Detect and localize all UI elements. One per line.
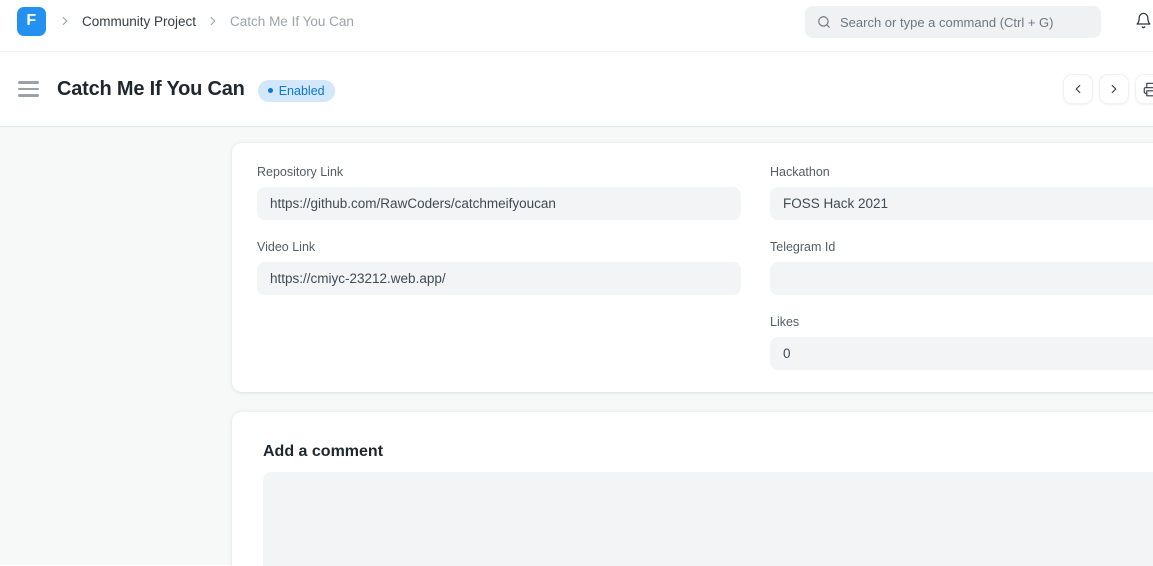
- likes-input[interactable]: [770, 337, 1153, 370]
- chevron-right-icon: [206, 14, 220, 28]
- repository-link-field: Repository Link: [257, 165, 741, 220]
- comment-card: Add a comment: [232, 412, 1153, 566]
- frappe-logo[interactable]: F: [17, 7, 46, 36]
- menu-icon: [18, 88, 39, 91]
- breadcrumb: Community Project Catch Me If You Can: [58, 14, 354, 29]
- page-head: Catch Me If You Can Enabled: [0, 52, 1153, 127]
- video-link-input[interactable]: [257, 262, 741, 295]
- breadcrumb-item-community-project[interactable]: Community Project: [82, 14, 196, 29]
- form-column-right: Hackathon Telegram Id Likes: [770, 165, 1153, 390]
- status-dot: [268, 88, 273, 93]
- video-link-field: Video Link: [257, 240, 741, 295]
- menu-icon: [18, 94, 39, 97]
- print-button[interactable]: [1135, 74, 1153, 104]
- next-document-button[interactable]: [1099, 74, 1129, 104]
- menu-icon: [18, 81, 39, 84]
- search-input[interactable]: [840, 15, 1089, 30]
- navbar: F Community Project Catch Me If You Can: [0, 0, 1153, 52]
- comment-input[interactable]: [263, 472, 1153, 566]
- field-label: Repository Link: [257, 165, 741, 180]
- comment-section-heading: Add a comment: [263, 443, 1153, 460]
- prev-document-button[interactable]: [1063, 74, 1093, 104]
- frappe-logo-letter: F: [26, 12, 36, 30]
- likes-field: Likes: [770, 315, 1153, 370]
- field-label: Video Link: [257, 240, 741, 255]
- status-badge-label: Enabled: [279, 84, 325, 98]
- printer-icon: [1143, 82, 1153, 97]
- chevron-right-icon: [1107, 82, 1121, 96]
- telegram-id-input[interactable]: [770, 262, 1153, 295]
- form-column-left: Repository Link Video Link: [257, 165, 741, 390]
- page-title: Catch Me If You Can: [57, 78, 245, 101]
- search-icon: [817, 15, 831, 29]
- notifications-button[interactable]: [1135, 12, 1152, 29]
- navbar-search[interactable]: [805, 6, 1101, 38]
- status-badge: Enabled: [258, 80, 335, 102]
- page-head-actions: [1063, 74, 1153, 104]
- chevron-left-icon: [1071, 82, 1085, 96]
- field-label: Likes: [770, 315, 1153, 330]
- page-content: Repository Link Video Link Hackathon Tel…: [0, 127, 1153, 565]
- field-label: Hackathon: [770, 165, 1153, 180]
- bell-icon: [1135, 12, 1152, 29]
- chevron-right-icon: [58, 14, 72, 28]
- sidebar-toggle-button[interactable]: [18, 81, 39, 97]
- telegram-id-field: Telegram Id: [770, 240, 1153, 295]
- hackathon-input[interactable]: [770, 187, 1153, 220]
- repository-link-input[interactable]: [257, 187, 741, 220]
- hackathon-field: Hackathon: [770, 165, 1153, 220]
- form-card: Repository Link Video Link Hackathon Tel…: [232, 143, 1153, 392]
- breadcrumb-item-current: Catch Me If You Can: [230, 14, 354, 29]
- field-label: Telegram Id: [770, 240, 1153, 255]
